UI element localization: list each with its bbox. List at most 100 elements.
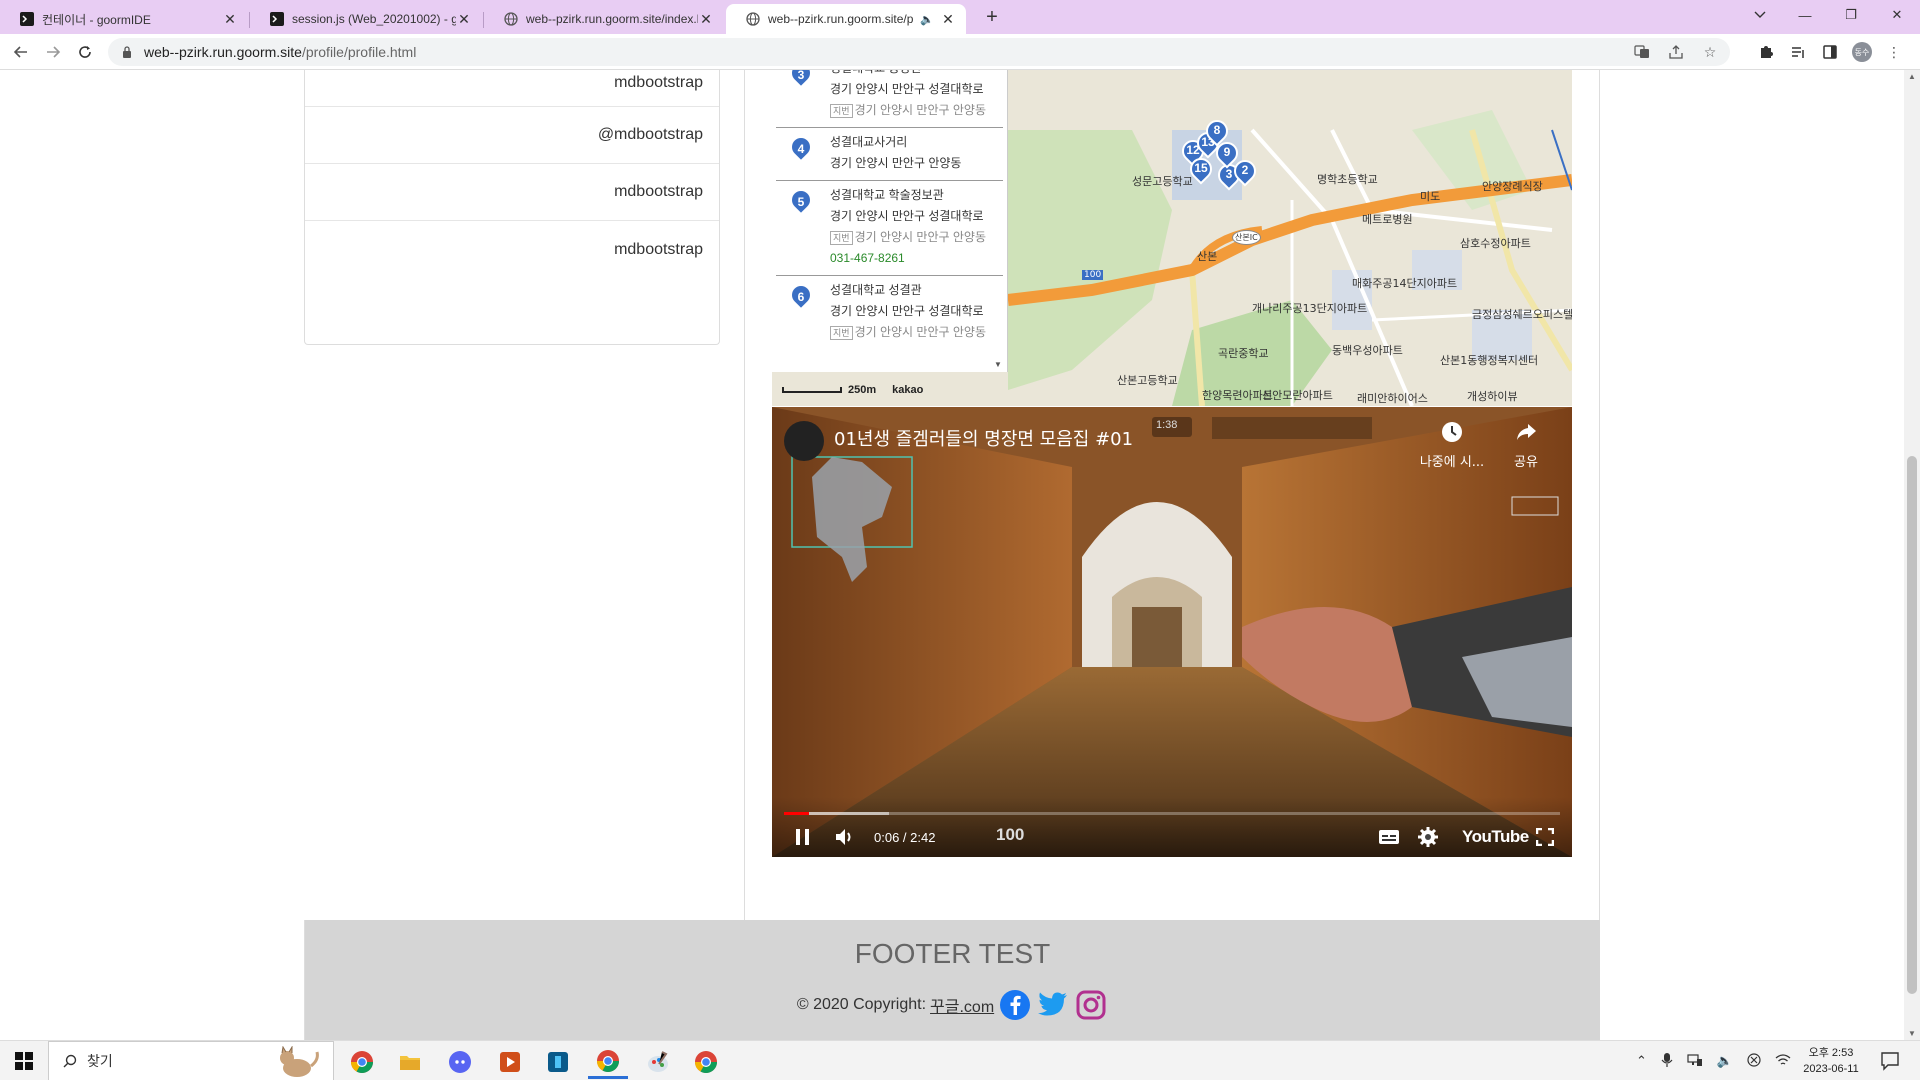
back-arrow-icon[interactable] (8, 39, 34, 65)
window-close-icon[interactable]: ✕ (1874, 0, 1920, 30)
fullscreen-button[interactable] (1536, 825, 1554, 849)
youtube-player[interactable]: 01년생 즐겜러들의 명장면 모음집 #01 1:38 나중에 시... 공유 … (772, 407, 1572, 857)
chrome-icon (597, 1049, 619, 1072)
page-footer: FOOTER TEST © 2020 Copyright: 꾸글.com (304, 920, 1600, 1040)
taskbar-file-explorer[interactable] (390, 1045, 430, 1079)
list-item[interactable]: 3 성결대학교 중앙관 경기 안양시 만안구 성결대학로 지번경기 안양시 만안… (776, 70, 1003, 128)
result-jibun: 지번 경기 안양시 만안구 안양동 (830, 227, 1003, 248)
close-icon[interactable]: ✕ (456, 11, 472, 28)
profile-avatar[interactable]: 동수 (1852, 42, 1872, 62)
taskbar-chrome-active[interactable] (588, 1045, 628, 1079)
page-viewport: mdbootstrap @mdbootstrap mdbootstrap mdb… (0, 70, 1904, 1040)
address-bar[interactable]: web--pzirk.run.goorm.site/profile/profil… (108, 38, 1730, 66)
speaker-icon[interactable]: 🔈 (920, 13, 934, 26)
system-tray: ⌃ 🔈 (1636, 1041, 1791, 1080)
map-pin[interactable]: 15 (1185, 153, 1217, 185)
pin-number: 5 (797, 195, 805, 209)
tab-index-html[interactable]: web--pzirk.run.goorm.site/index.html ✕ (484, 4, 724, 34)
scrollbar-thumb[interactable] (1907, 456, 1917, 994)
pause-icon (796, 829, 809, 845)
globe-icon (746, 12, 760, 26)
taskbar-chrome-profile[interactable] (686, 1045, 726, 1079)
instagram-icon[interactable] (1074, 988, 1108, 1022)
progress-bar[interactable] (784, 812, 1560, 815)
youtube-logo[interactable]: YouTube (1462, 827, 1529, 847)
no-connection-icon[interactable] (1747, 1052, 1761, 1070)
start-button[interactable] (0, 1041, 48, 1080)
taskbar-clock[interactable]: 오후 2:53 2023-06-11 (1786, 1045, 1876, 1077)
settings-button[interactable] (1418, 825, 1438, 849)
volume-button[interactable] (834, 825, 856, 849)
reload-icon[interactable] (72, 39, 98, 65)
close-icon[interactable]: ✕ (940, 11, 956, 28)
close-icon[interactable]: ✕ (698, 11, 714, 28)
tab-search-chevron-icon[interactable] (1748, 4, 1772, 26)
page-scrollbar[interactable]: ▲ ▼ (1904, 70, 1920, 1040)
tab-profile-html[interactable]: web--pzirk.run.goorm.site/profile/profil… (726, 4, 966, 34)
taskbar-search[interactable]: 찾기 (48, 1041, 334, 1080)
jibun-text: 경기 안양시 만안구 안양동 (854, 230, 987, 244)
list-item[interactable]: 6 성결대학교 성결관 경기 안양시 만안구 성결대학로 지번 경기 안양시 만안… (776, 276, 1003, 349)
side-panel-icon[interactable] (1820, 42, 1840, 62)
result-address: 경기 안양시 만안구 성결대학로 (830, 304, 984, 318)
browser-tab-strip: 컨테이너 - goormIDE ✕ session.js (Web_202010… (0, 0, 1920, 34)
video-frame (772, 407, 1572, 857)
map-label: 개나리주공13단지아파트 (1252, 302, 1368, 315)
tray-overflow-chevron-icon[interactable]: ⌃ (1636, 1053, 1647, 1069)
menu-kebab-icon[interactable]: ⋮ (1884, 42, 1904, 62)
notification-icon[interactable] (1880, 1051, 1900, 1071)
share-icon[interactable] (1666, 42, 1686, 62)
windows-logo-icon (15, 1052, 33, 1070)
search-icon (63, 1054, 77, 1068)
map-label: 금정삼성쉐르오피스텔 (1472, 308, 1572, 321)
restore-icon[interactable]: ❐ (1828, 0, 1874, 30)
subtitles-button[interactable] (1378, 825, 1400, 849)
facebook-icon[interactable] (998, 988, 1032, 1022)
network-icon[interactable] (1687, 1053, 1703, 1070)
list-item[interactable]: 5 성결대학교 학술정보관 경기 안양시 만안구 성결대학로 지번 경기 안양시 … (776, 181, 1003, 276)
channel-avatar[interactable] (784, 421, 824, 461)
twitter-icon[interactable] (1036, 988, 1070, 1022)
taskbar-paint[interactable] (638, 1045, 678, 1079)
bookmark-star-icon[interactable]: ☆ (1700, 42, 1720, 62)
result-phone[interactable]: 031-467-8261 (830, 248, 1003, 269)
translate-icon[interactable] (1632, 42, 1652, 62)
taskbar-discord[interactable] (440, 1045, 480, 1079)
watch-later-button[interactable]: 나중에 시... (1412, 421, 1492, 470)
tab-goormide-container[interactable]: 컨테이너 - goormIDE ✕ (0, 4, 248, 34)
scroll-down-icon[interactable]: ▼ (1908, 1029, 1916, 1038)
reading-list-icon[interactable] (1788, 42, 1808, 62)
extensions-puzzle-icon[interactable] (1756, 42, 1776, 62)
video-time: 0:06 / 2:42 (874, 830, 936, 845)
minimize-icon[interactable]: — (1782, 0, 1828, 30)
forward-arrow-icon[interactable] (40, 39, 66, 65)
result-name: 성결대학교 학술정보관 (830, 188, 944, 202)
scroll-down-icon[interactable]: ▼ (994, 360, 1002, 369)
map-pin[interactable]: 8 (1201, 115, 1233, 147)
pause-button[interactable] (794, 825, 812, 849)
kakao-map[interactable]: 성문고등학교 명학초등학교 메트로병원 미도 안양장례식장 삼호수정아파트 매화… (772, 70, 1572, 406)
close-icon[interactable]: ✕ (222, 11, 238, 28)
lock-icon[interactable] (122, 46, 132, 58)
map-label: 성문고등학교 (1132, 175, 1193, 188)
scroll-up-icon[interactable]: ▲ (1908, 72, 1916, 81)
microphone-icon[interactable] (1661, 1052, 1673, 1071)
tab-session-js[interactable]: session.js (Web_20201002) - goormIDE ✕ (250, 4, 482, 34)
map-search-results[interactable]: 3 성결대학교 중앙관 경기 안양시 만안구 성결대학로 지번경기 안양시 만안… (772, 70, 1008, 372)
map-label: 산본1동행정복지센터 (1440, 354, 1539, 367)
volume-tray-icon[interactable]: 🔈 (1717, 1053, 1733, 1069)
taskbar-chrome[interactable] (342, 1045, 382, 1079)
result-jibun: 지번 경기 안양시 만안구 안양동 (830, 100, 1003, 121)
share-button[interactable]: 공유 (1496, 421, 1556, 470)
map-label: 개성하이뷰 (1467, 390, 1518, 403)
new-tab-button[interactable]: + (978, 4, 1006, 32)
result-address: 경기 안양시 만안구 안양동 (830, 156, 962, 170)
map-label: 래미안하이어스 (1357, 392, 1428, 405)
footer-link[interactable]: 꾸글.com (930, 993, 994, 1017)
windows-taskbar: 찾기 ⌃ 🔈 오후 2:53 2023-06-11 (0, 1040, 1920, 1080)
list-item[interactable]: 4 성결대교사거리 경기 안양시 만안구 안양동 (776, 128, 1003, 181)
jibun-text: 경기 안양시 만안구 안양동 (854, 325, 987, 339)
video-title[interactable]: 01년생 즐겜러들의 명장면 모음집 #01 (834, 425, 1133, 451)
taskbar-app-orange[interactable] (490, 1045, 530, 1079)
taskbar-app-blue[interactable] (538, 1045, 578, 1079)
